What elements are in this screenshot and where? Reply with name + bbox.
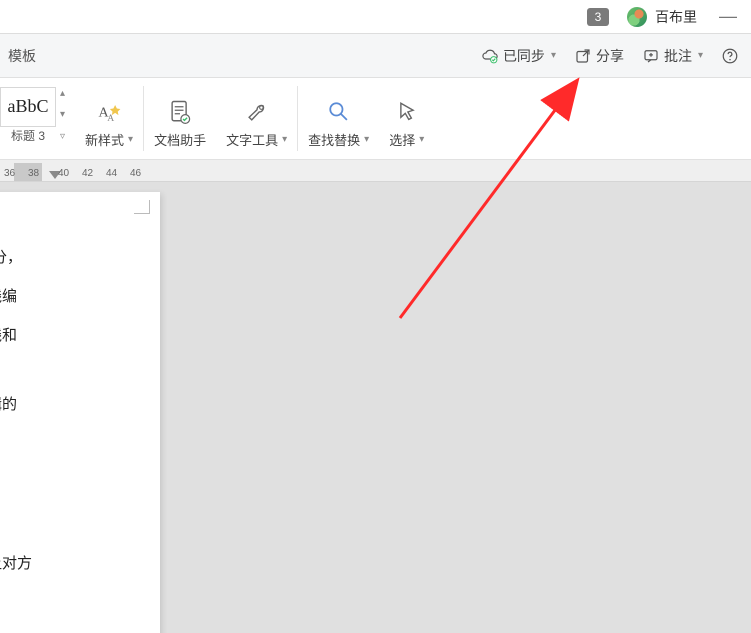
- ruler-tick: 38: [28, 168, 39, 179]
- ribbon-toolbar: aBbC 标题 3 ▴ ▾ ▿ AA 新样式▾: [0, 78, 751, 160]
- chevron-down-icon: ▾: [698, 50, 703, 61]
- ruler-tick: 36: [4, 168, 15, 179]
- find-replace-button[interactable]: 查找替换▾: [298, 78, 379, 159]
- chevron-down-icon: ▾: [128, 134, 133, 145]
- style-gallery-group: aBbC 标题 3 ▴ ▾ ▿: [0, 78, 75, 159]
- title-bar: 3 百布里 —: [0, 0, 751, 34]
- ruler-tick: 46: [130, 168, 141, 179]
- comment-button[interactable]: 批注 ▾: [642, 46, 703, 66]
- notification-count-badge[interactable]: 3: [587, 8, 609, 26]
- page-corner-mark: [134, 200, 150, 214]
- user-profile[interactable]: 百布里: [627, 7, 697, 27]
- ruler-tick: 40: [58, 168, 69, 179]
- ruler-tick: 44: [106, 168, 117, 179]
- document-page[interactable]: -部分， 在线编 在线和 编辑的 是让对方: [0, 192, 160, 633]
- minimize-button[interactable]: —: [715, 6, 741, 27]
- new-style-icon: AA: [95, 98, 123, 126]
- ruler-tick: 42: [82, 168, 93, 179]
- sync-status-label: 已同步: [503, 46, 545, 66]
- template-label[interactable]: 模板: [8, 46, 36, 66]
- help-icon: [721, 47, 739, 65]
- chevron-down-icon[interactable]: ▾: [60, 109, 65, 120]
- sync-status-button[interactable]: 已同步 ▾: [481, 46, 556, 66]
- help-button[interactable]: [721, 47, 739, 65]
- app-window: { "titlebar": { "badge": "3", "username"…: [0, 0, 751, 633]
- cloud-sync-icon: [481, 47, 499, 65]
- select-button[interactable]: 选择▾: [379, 78, 434, 159]
- style-sample-caption: 标题 3: [11, 127, 45, 144]
- chevron-down-icon: ▾: [282, 134, 287, 145]
- magnifier-icon: [325, 98, 353, 126]
- wrench-icon: [243, 98, 271, 126]
- status-bar: 模板 已同步 ▾ 分享: [0, 34, 751, 78]
- share-button[interactable]: 分享: [574, 46, 624, 66]
- doc-text-line: 是让对方: [0, 544, 148, 583]
- doc-text-line: 在线和: [0, 316, 148, 355]
- work-area[interactable]: -部分， 在线编 在线和 编辑的 是让对方: [0, 182, 751, 633]
- comment-icon: [642, 47, 660, 65]
- comment-label: 批注: [664, 46, 692, 66]
- share-label: 分享: [596, 46, 624, 66]
- new-style-button[interactable]: AA 新样式▾: [75, 78, 143, 159]
- text-tools-button[interactable]: 文字工具▾: [216, 78, 297, 159]
- status-actions: 已同步 ▾ 分享 批注 ▾: [481, 46, 739, 66]
- dialog-launcher-icon[interactable]: ▿: [60, 131, 65, 142]
- chevron-down-icon: ▾: [551, 50, 556, 61]
- chevron-down-icon: ▾: [419, 134, 424, 145]
- doc-text-line: 编辑的: [0, 385, 148, 424]
- doc-assistant-button[interactable]: 文档助手: [144, 78, 216, 159]
- svg-text:A: A: [107, 113, 114, 124]
- doc-text-line: 在线编: [0, 277, 148, 316]
- chevron-up-icon[interactable]: ▴: [60, 88, 65, 99]
- share-icon: [574, 47, 592, 65]
- cursor-icon: [393, 98, 421, 126]
- chevron-down-icon: ▾: [364, 134, 369, 145]
- doc-text-line: -部分，: [0, 238, 148, 277]
- avatar-icon: [627, 7, 647, 27]
- doc-assistant-icon: [166, 98, 194, 126]
- username-label: 百布里: [655, 7, 697, 27]
- style-sample-item[interactable]: aBbC: [0, 87, 56, 127]
- horizontal-ruler[interactable]: 36 38 40 42 44 46: [0, 160, 751, 182]
